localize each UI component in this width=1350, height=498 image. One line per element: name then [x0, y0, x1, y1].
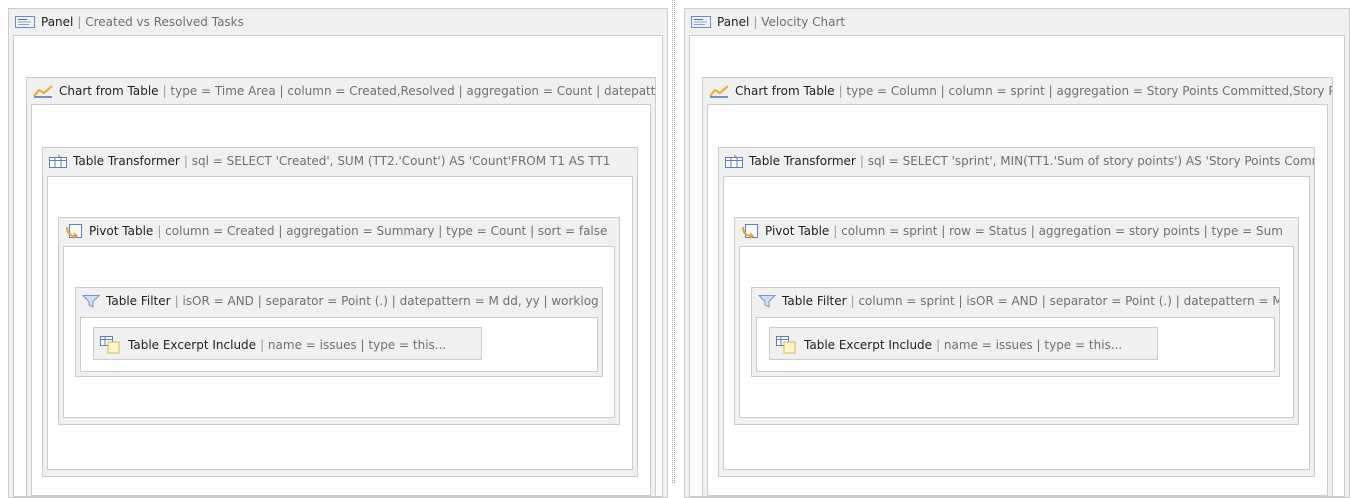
macro-params: column = Created | aggregation = Summary… — [157, 224, 607, 238]
macro-title: Table Filter — [106, 294, 171, 308]
macro-params: name = issues | type = this... — [260, 338, 446, 352]
macro-title: Table Filter — [782, 294, 847, 308]
table-transformer-icon — [49, 154, 67, 168]
macro-params: type = Time Area | column = Created,Reso… — [163, 84, 655, 98]
macro-params: name = issues | type = this... — [936, 338, 1122, 352]
pivot-table-icon — [741, 223, 759, 239]
pivot-table-icon — [65, 223, 83, 239]
panel-icon — [691, 16, 711, 28]
table-excerpt-include-macro[interactable]: Table Excerpt Include name = issues | ty… — [93, 327, 482, 360]
column-divider — [672, 0, 675, 483]
macro-params: column = sprint | isOR = AND | separator… — [851, 294, 1279, 308]
macro-title: Table Excerpt Include — [804, 337, 933, 352]
chart-icon — [709, 84, 729, 98]
macro-params: column = sprint | row = Status | aggrega… — [833, 224, 1283, 238]
macro-title: Table Transformer — [749, 154, 856, 168]
macro-title: Table Excerpt Include — [128, 337, 257, 352]
table-excerpt-icon — [776, 335, 798, 354]
macro-title: Chart from Table — [59, 84, 159, 98]
right-column: Panel Velocity Chart Chart from Table ty… — [676, 0, 1350, 498]
table-excerpt-include-macro[interactable]: Table Excerpt Include name = issues | ty… — [769, 327, 1158, 360]
funnel-icon — [82, 294, 100, 308]
macro-params: Velocity Chart — [753, 15, 845, 29]
macro-title: Pivot Table — [89, 224, 154, 238]
macro-title: Chart from Table — [735, 84, 835, 98]
chart-icon — [33, 84, 53, 98]
macro-title: Table Transformer — [73, 154, 180, 168]
macro-title: Panel — [41, 15, 74, 29]
panel-icon — [15, 16, 35, 28]
macro-params: sql = SELECT 'Created', SUM (TT2.'Count'… — [184, 154, 611, 168]
macro-params: type = Column | column = sprint | aggreg… — [839, 84, 1332, 98]
macro-params: isOR = AND | separator = Point (.) | dat… — [175, 294, 598, 308]
macro-title: Panel — [717, 15, 750, 29]
macro-title: Pivot Table — [765, 224, 830, 238]
macro-params: sql = SELECT 'sprint', MIN(TT1.'Sum of s… — [860, 154, 1314, 168]
table-excerpt-icon — [100, 335, 122, 354]
macro-params: Created vs Resolved Tasks — [77, 15, 244, 29]
table-transformer-icon — [725, 154, 743, 168]
funnel-icon — [758, 294, 776, 308]
left-column: Panel Created vs Resolved Tasks Chart fr… — [0, 0, 670, 498]
